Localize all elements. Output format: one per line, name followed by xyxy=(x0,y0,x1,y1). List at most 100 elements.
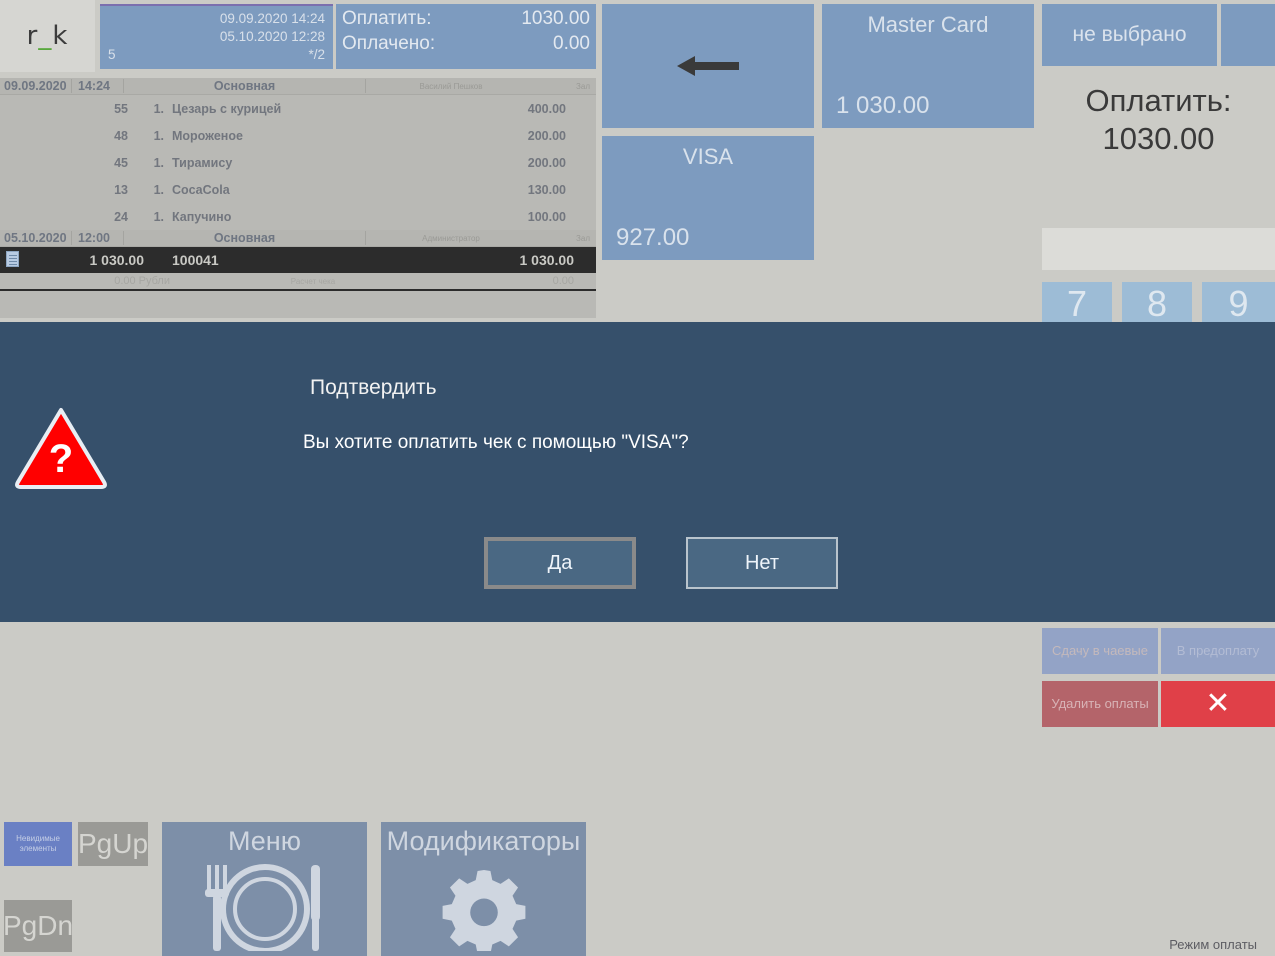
receipt-group-header: 09.09.2020 14:24 Основная Василий Пешков… xyxy=(0,78,596,95)
table-row[interactable]: 45 1. Тирамису 200.00 xyxy=(0,149,596,176)
item-name: Капучино xyxy=(172,209,232,224)
item-qty: 1. xyxy=(153,182,164,197)
group-seat: Зал xyxy=(576,233,590,243)
arrow-left-icon xyxy=(677,56,739,76)
table-row[interactable]: 24 1. Капучино 100.00 xyxy=(0,203,596,230)
order-info-tile[interactable]: 09.09.2020 14:24 05.10.2020 12:28 5 */2 xyxy=(100,4,333,69)
item-qty: 1. xyxy=(153,209,164,224)
svg-text:?: ? xyxy=(49,437,73,481)
amounts-tile: Оплатить: 1030.00 Оплачено: 0.00 xyxy=(336,4,596,69)
numpad-key-9[interactable]: 9 xyxy=(1202,282,1275,326)
card-not-selected-tile[interactable]: не выбрано xyxy=(1042,4,1217,66)
item-code: 45 xyxy=(114,155,128,170)
amount-input[interactable] xyxy=(1042,228,1275,270)
pay-summary: Оплатить: 1030.00 xyxy=(1042,82,1275,172)
pay-summary-value: 1030.00 xyxy=(1102,121,1215,156)
group-seat: Зал xyxy=(576,81,590,91)
logo-suffix: k xyxy=(52,21,69,51)
cutlery-plate-icon xyxy=(185,859,345,956)
modifiers-label: Модификаторы xyxy=(386,826,581,856)
item-sum: 200.00 xyxy=(527,155,566,170)
to-pay-value: 1030.00 xyxy=(521,8,590,29)
to-prepay-button[interactable]: В предоплату xyxy=(1161,628,1275,674)
receipt-grid[interactable]: 09.09.2020 14:24 Основная Василий Пешков… xyxy=(0,78,596,318)
order-closed-at: 05.10.2020 12:28 xyxy=(219,29,325,44)
page-up-button[interactable]: PgUp xyxy=(78,822,148,866)
item-name: CocaCola xyxy=(172,182,230,197)
numpad-key-7[interactable]: 7 xyxy=(1042,282,1112,326)
item-sum: 130.00 xyxy=(527,182,566,197)
delete-payments-button[interactable]: Удалить оплаты xyxy=(1042,681,1158,727)
app-logo: r_k xyxy=(0,0,95,72)
group-date: 09.09.2020 xyxy=(0,79,72,93)
pos-screen: r_k 09.09.2020 14:24 05.10.2020 12:28 5 … xyxy=(0,0,1275,956)
group-time: 12:00 xyxy=(72,231,124,245)
invisible-elements-button[interactable]: Невидимые элементы xyxy=(4,822,72,866)
item-code: 48 xyxy=(114,128,128,143)
group-name: Основная xyxy=(124,231,366,245)
numpad-key-label: 7 xyxy=(1066,283,1088,324)
payment-type-mastercard[interactable]: Master Card 1 030.00 xyxy=(822,4,1034,128)
item-qty: 1. xyxy=(153,101,164,116)
tail-amount: 0.00 Рубли xyxy=(114,275,170,287)
tail-sum: 0.00 xyxy=(552,275,574,287)
table-row[interactable]: 55 1. Цезарь с курицей 400.00 xyxy=(0,95,596,122)
receipt-tail-row: 0.00 Рубли Расчет чека 0.00 xyxy=(0,273,596,291)
item-sum: 100.00 xyxy=(527,209,566,224)
order-guests: */2 xyxy=(308,47,325,62)
selected-payment-row[interactable]: 1 030.00 100041 1 030.00 xyxy=(0,247,596,273)
group-user: Василий Пешков xyxy=(419,81,483,91)
order-opened-at: 09.09.2020 14:24 xyxy=(219,11,325,26)
table-row[interactable]: 13 1. CocaCola 130.00 xyxy=(0,176,596,203)
item-qty: 1. xyxy=(153,128,164,143)
change-to-tips-button[interactable]: Сдачу в чаевые xyxy=(1042,628,1158,674)
document-icon xyxy=(0,250,24,270)
gear-icon xyxy=(409,859,559,956)
logo-underscore: _ xyxy=(38,21,53,51)
mastercard-value: 1 030.00 xyxy=(836,92,930,119)
receipt-group-header: 05.10.2020 12:00 Основная Администратор … xyxy=(0,230,596,247)
paid-label: Оплачено: xyxy=(342,33,436,54)
mastercard-label: Master Card xyxy=(867,12,989,37)
group-user: Администратор xyxy=(422,233,480,243)
dialog-message: Вы хотите оплатить чек с помощью "VISA"? xyxy=(303,432,689,453)
group-time: 14:24 xyxy=(72,79,124,93)
item-sum: 400.00 xyxy=(527,101,566,116)
question-warning-icon: ? xyxy=(15,408,107,489)
table-row[interactable]: 48 1. Мороженое 200.00 xyxy=(0,122,596,149)
tail-label: Расчет чека xyxy=(290,276,336,286)
payment-type-visa[interactable]: VISA 927.00 xyxy=(602,136,814,260)
numpad-key-label: 9 xyxy=(1228,283,1249,324)
visa-label: VISA xyxy=(682,144,734,169)
item-code: 55 xyxy=(114,101,128,116)
back-button[interactable] xyxy=(602,4,814,128)
payment-total: 1 030.00 xyxy=(519,252,575,268)
item-name: Цезарь с курицей xyxy=(172,101,282,116)
confirm-dialog: Подтвердить Вы хотите оплатить чек с пом… xyxy=(0,322,1275,622)
pay-summary-label: Оплатить: xyxy=(1085,83,1232,118)
modifiers-button[interactable]: Модификаторы xyxy=(381,822,586,956)
group-name: Основная xyxy=(124,79,366,93)
payment-amount: 1 030.00 xyxy=(89,252,145,268)
item-code: 13 xyxy=(114,182,128,197)
to-pay-label: Оплатить: xyxy=(342,8,432,29)
item-sum: 200.00 xyxy=(527,128,566,143)
item-name: Мороженое xyxy=(172,128,243,143)
item-qty: 1. xyxy=(153,155,164,170)
status-bar: Режим оплаты xyxy=(1169,937,1257,952)
paid-value: 0.00 xyxy=(553,33,590,54)
visa-value: 927.00 xyxy=(616,224,690,251)
dialog-yes-button[interactable]: Да xyxy=(484,537,636,589)
dialog-no-button[interactable]: Нет xyxy=(686,537,838,589)
numpad-key-8[interactable]: 8 xyxy=(1122,282,1192,326)
menu-button[interactable]: Меню xyxy=(162,822,367,956)
card-not-selected-extra-tile[interactable] xyxy=(1221,4,1275,66)
order-table: 5 xyxy=(108,47,116,62)
dialog-title: Подтвердить xyxy=(310,376,437,399)
page-down-button[interactable]: PgDn xyxy=(3,900,73,952)
item-name: Тирамису xyxy=(172,155,233,170)
payment-number: 100041 xyxy=(172,252,219,268)
group-date: 05.10.2020 xyxy=(0,231,72,245)
close-button[interactable]: ✕ xyxy=(1161,681,1275,727)
numpad-key-label: 8 xyxy=(1146,283,1168,324)
